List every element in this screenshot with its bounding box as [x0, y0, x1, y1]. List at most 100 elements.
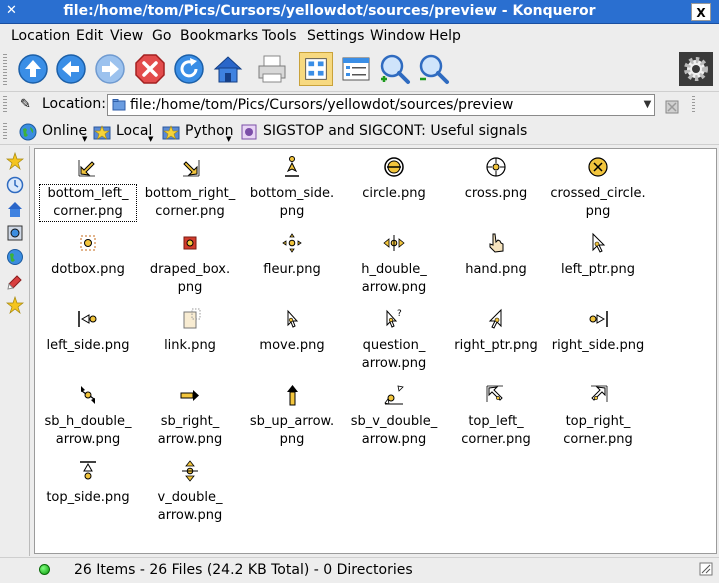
icon-view-icon[interactable]: [299, 52, 333, 86]
web-page-icon: [241, 124, 257, 140]
file-item[interactable]: top_side.png: [40, 459, 136, 529]
file-item[interactable]: top_right_ corner.png: [550, 383, 646, 453]
link-view-checkbox[interactable]: [699, 562, 713, 576]
main-toolbar: [0, 48, 719, 92]
file-item[interactable]: sb_right_ arrow.png: [142, 383, 238, 453]
file-item[interactable]: dotbox.png: [40, 231, 136, 301]
location-input[interactable]: file:/home/tom/Pics/Cursors/yellowdot/so…: [107, 94, 655, 116]
location-bar-right-grip[interactable]: [692, 96, 695, 114]
status-led-icon: [39, 564, 50, 575]
zoom-out-icon[interactable]: [417, 52, 451, 86]
star-folder-icon: [162, 125, 180, 140]
top-right-corner-cursor-icon: [591, 385, 608, 402]
menu-bar: Location Edit View Go Bookmarks Tools Se…: [0, 25, 719, 47]
zoom-in-icon[interactable]: [378, 52, 412, 86]
bookmark-python[interactable]: Python ▼: [162, 122, 236, 143]
bookmark-sigstop[interactable]: SIGSTOP and SIGCONT: Useful signals: [240, 122, 540, 142]
up-arrow-icon[interactable]: [16, 52, 50, 86]
bottom-side-cursor-icon: [285, 156, 299, 177]
file-item[interactable]: link.png: [142, 307, 238, 377]
print-icon[interactable]: [255, 52, 289, 86]
navigation-panel-tabs: [0, 146, 30, 556]
detail-view-icon[interactable]: [339, 52, 373, 86]
file-item[interactable]: sb_v_double_ arrow.png: [346, 383, 442, 453]
file-item[interactable]: circle.png: [346, 155, 442, 225]
right-ptr-cursor-icon: [488, 308, 502, 329]
menu-view[interactable]: View: [110, 28, 143, 44]
file-item[interactable]: crossed_circle. png: [550, 155, 646, 225]
favorites-star-icon[interactable]: [6, 296, 24, 314]
services-icon[interactable]: [6, 272, 24, 290]
file-item[interactable]: sb_h_double_ arrow.png: [40, 383, 136, 453]
window-title: file:/home/tom/Pics/Cursors/yellowdot/so…: [63, 3, 596, 19]
bookmark-local[interactable]: Local ▼: [93, 122, 157, 143]
file-item[interactable]: top_left_ corner.png: [448, 383, 544, 453]
menu-tools[interactable]: Tools: [262, 28, 297, 44]
file-item[interactable]: ? question_ arrow.png: [346, 307, 442, 377]
file-item[interactable]: h_double_ arrow.png: [346, 231, 442, 301]
toolbar-grip[interactable]: [3, 54, 7, 86]
left-ptr-cursor-icon: [592, 232, 606, 253]
back-icon[interactable]: [54, 52, 88, 86]
file-item[interactable]: fleur.png: [244, 231, 340, 301]
menu-window[interactable]: Window: [370, 28, 425, 44]
sb-up-arrow-cursor-icon: [287, 385, 298, 406]
reload-icon[interactable]: [172, 52, 206, 86]
menu-go[interactable]: Go: [152, 28, 171, 44]
stop-icon[interactable]: [133, 52, 167, 86]
location-dropdown-button[interactable]: ▼: [640, 94, 655, 116]
file-item[interactable]: left_ptr.png: [550, 231, 646, 301]
cross-cursor-icon: [486, 157, 506, 177]
bottom-left-corner-cursor-icon: [78, 160, 95, 177]
home-icon[interactable]: [211, 52, 245, 86]
location-bar: ✎ Location: file:/home/tom/Pics/Cursors/…: [0, 92, 719, 118]
globe-icon[interactable]: [6, 248, 24, 266]
dotbox-cursor-icon: [80, 235, 96, 251]
location-value: file:/home/tom/Pics/Cursors/yellowdot/so…: [130, 97, 514, 113]
file-item[interactable]: left_side.png: [40, 307, 136, 377]
circle-cursor-icon: [384, 157, 404, 177]
menu-help[interactable]: Help: [429, 28, 461, 44]
menu-settings[interactable]: Settings: [307, 28, 364, 44]
history-clock-icon[interactable]: [6, 176, 24, 194]
menu-edit[interactable]: Edit: [76, 28, 103, 44]
file-item[interactable]: hand.png: [448, 231, 544, 301]
file-item[interactable]: bottom_right_ corner.png: [142, 155, 238, 225]
clear-icon[interactable]: [660, 95, 684, 115]
close-window-button[interactable]: X: [691, 3, 711, 21]
title-bar[interactable]: ✕ file:/home/tom/Pics/Cursors/yellowdot/…: [0, 0, 719, 24]
file-item[interactable]: right_side.png: [550, 307, 646, 377]
link-cursor-icon: [183, 308, 201, 329]
draped-box-cursor-icon: [183, 236, 197, 250]
bookmark-toolbar: Online ▼ Local ▼ Python ▼ SIGSTOP and SI…: [0, 119, 719, 145]
file-item[interactable]: move.png: [244, 307, 340, 377]
menu-bookmarks[interactable]: Bookmarks: [180, 28, 258, 44]
konqueror-gear-icon[interactable]: [679, 52, 713, 86]
star-folder-icon: [93, 125, 111, 140]
location-label: Location:: [42, 96, 106, 112]
location-bar-grip[interactable]: [3, 96, 7, 114]
globe-icon: [19, 123, 37, 141]
home-folder-icon[interactable]: [6, 200, 24, 218]
file-item[interactable]: bottom_left_ corner.png: [39, 155, 137, 225]
file-item[interactable]: cross.png: [448, 155, 544, 225]
file-item[interactable]: sb_up_arrow. png: [244, 383, 340, 453]
bookmark-online[interactable]: Online ▼: [19, 122, 89, 143]
sb-v-double-arrow-cursor-icon: [384, 385, 404, 405]
clear-location-icon[interactable]: ✎: [20, 97, 31, 112]
file-icon-view[interactable]: bottom_left_ corner.png bottom_right_ co…: [34, 148, 717, 554]
svg-text:?: ?: [397, 309, 402, 319]
network-icon[interactable]: [6, 224, 24, 242]
file-item[interactable]: bottom_side. png: [244, 155, 340, 225]
forward-icon[interactable]: [93, 52, 127, 86]
question-arrow-cursor-icon: ?: [386, 309, 402, 328]
bookmark-toolbar-grip[interactable]: [3, 123, 7, 141]
file-item[interactable]: draped_box. png: [142, 231, 238, 301]
menu-location[interactable]: Location: [11, 28, 70, 44]
file-item[interactable]: right_ptr.png: [448, 307, 544, 377]
bottom-right-corner-cursor-icon: [183, 160, 200, 177]
right-side-cursor-icon: [589, 311, 608, 327]
bookmarks-star-icon[interactable]: [6, 152, 24, 170]
v-double-arrow-cursor-icon: [182, 460, 198, 482]
file-item[interactable]: v_double_ arrow.png: [142, 459, 238, 529]
